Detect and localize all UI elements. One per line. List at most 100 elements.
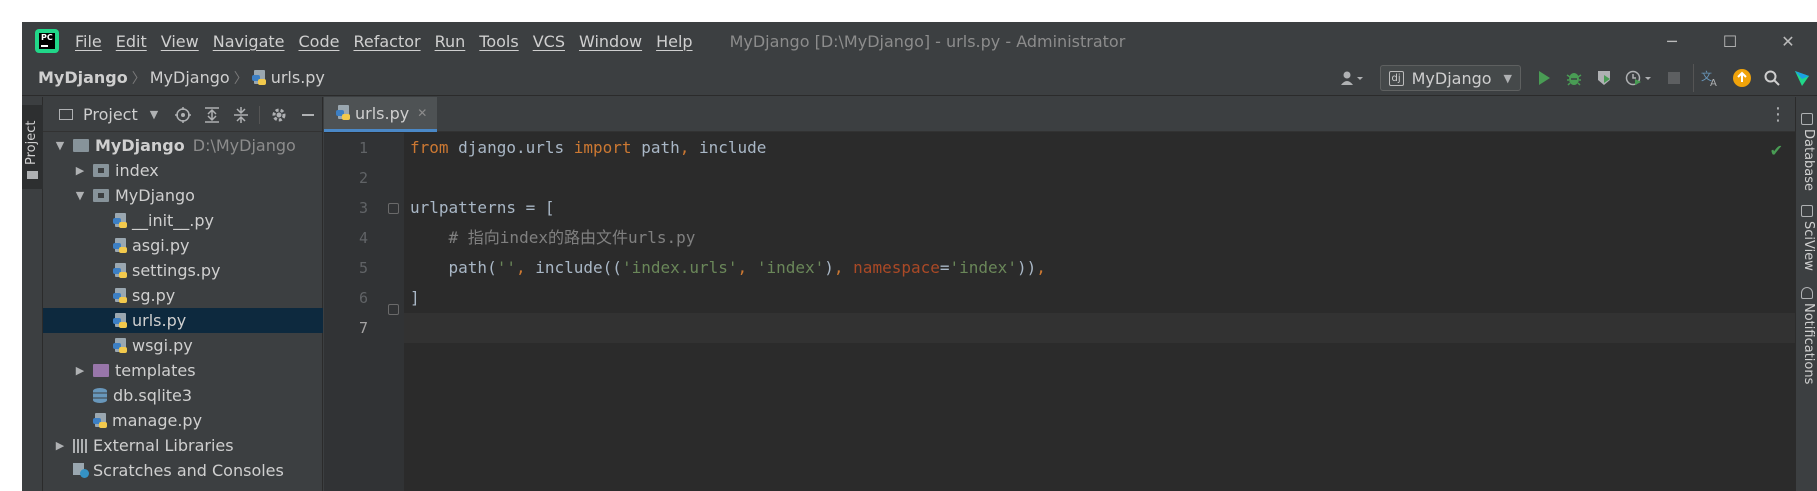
- chevron-right-icon[interactable]: ▶: [73, 364, 87, 377]
- close-button[interactable]: ✕: [1759, 22, 1817, 60]
- code-line[interactable]: # 指向index的路由文件urls.py: [404, 223, 1795, 253]
- chevron-down-icon[interactable]: ▼: [53, 139, 67, 152]
- chevron-down-icon[interactable]: ▼: [73, 189, 87, 202]
- tree-item-asgi-py[interactable]: asgi.py: [43, 233, 323, 258]
- code-line[interactable]: from django.urls import path, include: [404, 133, 1795, 163]
- sciview-tool-tab[interactable]: SciView: [1799, 205, 1817, 271]
- tree-item-label: MyDjango: [115, 186, 195, 205]
- menu-refactor[interactable]: Refactor: [346, 32, 427, 51]
- search-icon[interactable]: [1757, 64, 1787, 92]
- menu-window[interactable]: Window: [572, 32, 649, 51]
- menu-view[interactable]: View: [154, 32, 206, 51]
- ide-window: PC File Edit View Navigate Code Refactor…: [22, 22, 1817, 491]
- chevron-right-icon[interactable]: ▶: [53, 439, 67, 452]
- tree-item-label: manage.py: [112, 411, 203, 430]
- jetbrains-icon[interactable]: [1787, 64, 1817, 92]
- run-configuration-label: MyDjango: [1411, 68, 1492, 88]
- libraries-icon: [73, 438, 89, 453]
- coverage-icon[interactable]: [1589, 64, 1619, 92]
- tree-item-sg-py[interactable]: sg.py: [43, 283, 323, 308]
- code-line[interactable]: path('', include(('index.urls', 'index')…: [404, 253, 1795, 283]
- breadcrumb-separator-icon: 〉: [233, 70, 248, 87]
- tree-item-mydjango-package[interactable]: ▼ MyDjango: [43, 183, 323, 208]
- menu-code[interactable]: Code: [292, 32, 347, 51]
- code-line[interactable]: urlpatterns = [: [404, 193, 1795, 223]
- code-line[interactable]: [404, 163, 1795, 193]
- translate-icon[interactable]: 文A: [1693, 64, 1727, 92]
- tree-item-templates[interactable]: ▶ templates: [43, 358, 323, 383]
- update-icon[interactable]: [1727, 64, 1757, 92]
- close-tab-icon[interactable]: ✕: [417, 106, 427, 120]
- tree-item-wsgi-py[interactable]: wsgi.py: [43, 333, 323, 358]
- sciview-tool-tab-label: SciView: [1801, 221, 1816, 271]
- project-panel-tools: [168, 97, 322, 132]
- more-options-icon[interactable]: ⋮: [1769, 97, 1787, 132]
- code-line[interactable]: [404, 313, 1795, 343]
- fold-close-icon[interactable]: [388, 304, 399, 315]
- code-line[interactable]: ]: [404, 283, 1795, 313]
- templates-folder-icon: [93, 364, 109, 377]
- menu-run[interactable]: Run: [428, 32, 473, 51]
- tab-urls-py[interactable]: urls.py ✕: [324, 97, 438, 132]
- code-token: =: [939, 258, 950, 277]
- editor-area: urls.py ✕ ⋮ 1 2 3 4 5 6 7 from django.ur…: [324, 97, 1795, 491]
- bell-icon: [1801, 287, 1813, 299]
- gear-icon[interactable]: [264, 97, 293, 132]
- tree-item-urls-py[interactable]: urls.py: [43, 308, 323, 333]
- collapse-all-icon[interactable]: [226, 97, 255, 132]
- code-token: include: [689, 138, 767, 157]
- code-token: urlpatterns = [: [410, 198, 555, 217]
- title-bar: PC File Edit View Navigate Code Refactor…: [22, 22, 1817, 60]
- tree-item-label: index: [115, 161, 159, 180]
- tree-item-label: __init__.py: [132, 211, 215, 230]
- expand-all-icon[interactable]: [197, 97, 226, 132]
- chevron-right-icon[interactable]: ▶: [73, 164, 87, 177]
- database-tool-tab[interactable]: Database: [1799, 113, 1817, 191]
- tree-item-root[interactable]: ▼ MyDjango D:\MyDjango: [43, 133, 323, 158]
- tree-item-init-py[interactable]: __init__.py: [43, 208, 323, 233]
- code-token: path: [631, 138, 680, 157]
- tree-item-db-sqlite3[interactable]: db.sqlite3: [43, 383, 323, 408]
- menu-edit[interactable]: Edit: [109, 32, 154, 51]
- breadcrumb-project[interactable]: MyDjango: [38, 68, 128, 87]
- line-number: 2: [358, 169, 368, 187]
- notifications-tool-tab[interactable]: Notifications: [1799, 287, 1817, 384]
- project-tool-tab[interactable]: Project: [22, 105, 43, 189]
- breadcrumb-folder[interactable]: MyDjango: [150, 68, 230, 87]
- pycharm-logo-icon[interactable]: PC: [35, 29, 59, 53]
- profile-icon[interactable]: [1619, 64, 1659, 92]
- menu-vcs[interactable]: VCS: [526, 32, 572, 51]
- tree-item-settings-py[interactable]: settings.py: [43, 258, 323, 283]
- tree-item-label: MyDjango: [95, 136, 185, 155]
- fold-open-icon[interactable]: [388, 203, 399, 214]
- locate-file-icon[interactable]: [168, 97, 197, 132]
- django-icon: dj: [1388, 70, 1404, 86]
- window-title: MyDjango [D:\MyDjango] - urls.py - Admin…: [729, 31, 1126, 51]
- menu-file[interactable]: File: [68, 32, 109, 51]
- code-editor[interactable]: 1 2 3 4 5 6 7 from django.urls import pa…: [324, 133, 1795, 491]
- code-text[interactable]: from django.urls import path, include url…: [404, 133, 1795, 343]
- fold-gutter: [384, 133, 404, 491]
- minimize-button[interactable]: ─: [1643, 22, 1701, 60]
- run-icon[interactable]: [1529, 64, 1559, 92]
- chevron-down-icon[interactable]: ▼: [150, 108, 158, 121]
- run-configuration-select[interactable]: dj MyDjango ▼: [1379, 65, 1521, 91]
- code-token: namespace: [853, 258, 940, 277]
- tree-item-manage-py[interactable]: manage.py: [43, 408, 323, 433]
- menu-help[interactable]: Help: [649, 32, 699, 51]
- stop-icon[interactable]: [1659, 64, 1689, 92]
- inspection-ok-icon[interactable]: ✔: [1770, 141, 1783, 160]
- minimize-panel-icon[interactable]: [293, 97, 322, 132]
- maximize-button[interactable]: ☐: [1701, 22, 1759, 60]
- tree-item-path: D:\MyDjango: [192, 136, 296, 155]
- python-file-icon: [113, 262, 129, 279]
- menu-navigate[interactable]: Navigate: [206, 32, 292, 51]
- tree-item-index[interactable]: ▶ index: [43, 158, 323, 183]
- breadcrumb-file[interactable]: urls.py: [271, 68, 325, 87]
- tree-item-external-libraries[interactable]: ▶ External Libraries: [43, 433, 323, 458]
- menu-tools[interactable]: Tools: [472, 32, 525, 51]
- debug-icon[interactable]: [1559, 64, 1589, 92]
- project-view-selector[interactable]: Project: [83, 105, 138, 124]
- tree-item-scratches[interactable]: Scratches and Consoles: [43, 458, 323, 483]
- user-icon[interactable]: [1332, 64, 1372, 92]
